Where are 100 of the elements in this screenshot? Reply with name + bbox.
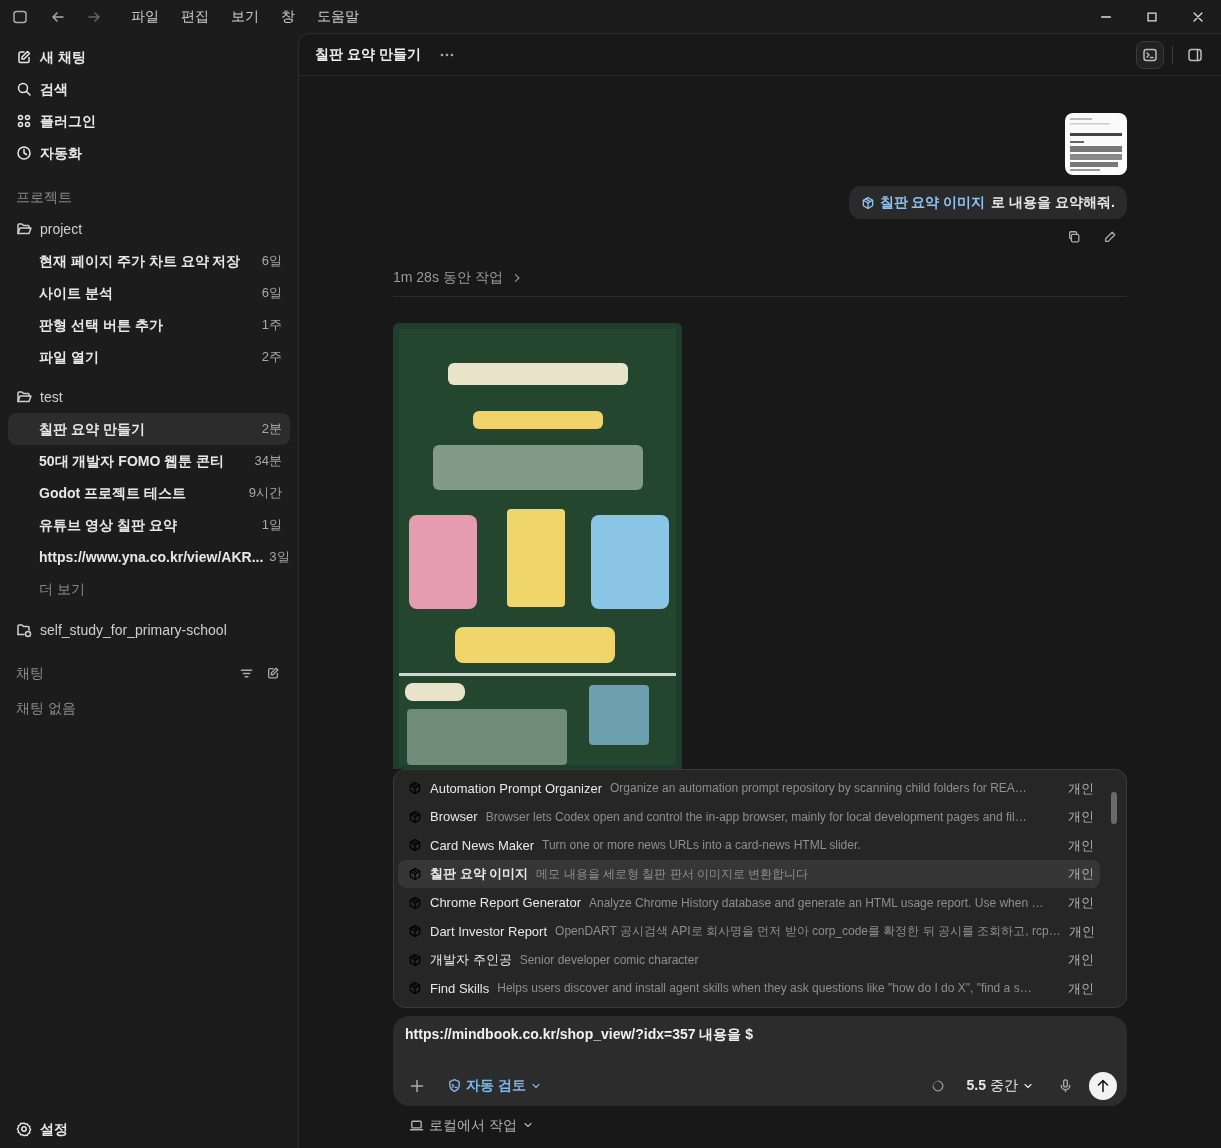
send-button[interactable] xyxy=(1089,1071,1117,1100)
chat-title: 50대 개발자 FOMO 웹툰 콘티 xyxy=(39,451,225,471)
copy-icon[interactable] xyxy=(1067,230,1081,244)
skill-tag: 칠판 요약 이미지 xyxy=(860,192,986,213)
chat-age: 1일 xyxy=(260,516,282,535)
sidebar-toggle-icon[interactable] xyxy=(12,8,28,25)
sidebar-item[interactable]: 새 채팅 xyxy=(8,41,290,73)
menu-item[interactable]: 창 xyxy=(270,6,306,27)
settings-icon xyxy=(16,1121,32,1137)
side-panel-icon[interactable] xyxy=(1187,46,1203,63)
add-icon[interactable] xyxy=(409,1077,425,1094)
chat-title: 파일 열기 xyxy=(39,347,99,367)
skill-option[interactable]: Browser Browser lets Codex open and control the in-app browser, mainly for local development pages and fil… 개인 xyxy=(398,802,1100,832)
skill-name: Automation Prompt Organizer xyxy=(430,779,602,798)
cube-icon xyxy=(408,838,422,853)
cube-icon xyxy=(860,195,875,210)
folder-icon xyxy=(16,389,32,405)
project-folder[interactable]: test xyxy=(8,381,290,413)
skill-description: Helps users discover and install agent skills when they ask questions like "how do I do X", "find a s… xyxy=(497,980,1032,998)
sidebar-item[interactable]: 자동화 xyxy=(8,137,290,169)
skill-name: Find Skills xyxy=(430,979,490,998)
chat-title: 유튜브 영상 칠판 요약 xyxy=(39,515,177,535)
menu-item[interactable]: 도움말 xyxy=(306,6,370,27)
chat-age: 6일 xyxy=(260,284,282,303)
skill-option[interactable]: Card News Maker Turn one or more news URLs into a card-news HTML slider. 개인 xyxy=(398,831,1100,860)
skill-scope: 개인 xyxy=(1068,808,1094,827)
scrollbar-thumb[interactable] xyxy=(1111,792,1117,824)
chat-age: 9시간 xyxy=(247,484,282,503)
menu-item[interactable]: 편집 xyxy=(170,6,220,27)
show-more-link[interactable]: 더 보기 xyxy=(8,573,290,605)
section-heading: 채팅 xyxy=(15,663,45,683)
project-folder[interactable]: project xyxy=(8,213,290,245)
chat-item[interactable]: 판형 선택 버튼 추가 1주 xyxy=(8,309,290,341)
review-mode-dropdown[interactable]: 자동 검토 xyxy=(443,1073,546,1099)
chat-age: 2주 xyxy=(260,348,282,367)
project-folder[interactable]: self_study_for_primary-school xyxy=(8,614,290,646)
chat-age: 1주 xyxy=(260,316,282,335)
message-composer[interactable]: https://mindbook.co.kr/shop_view/?idx=357 내용을 $ 자동 검토 5.5 중간 xyxy=(393,1015,1127,1106)
skill-description: Analyze Chrome History database and generate an HTML usage report. Use when … xyxy=(589,894,1044,912)
skill-name: Dart Investor Report xyxy=(430,922,548,941)
chat-item[interactable]: 유튜브 영상 칠판 요약 1일 xyxy=(8,509,290,541)
skill-name: Chrome Report Generator xyxy=(430,893,581,912)
skill-scope: 개인 xyxy=(1068,893,1094,912)
skill-description: OpenDART 공시검색 API로 회사명을 먼저 받아 corp_code를 확정한 뒤 공시를 조회하고, rcp… xyxy=(555,923,1061,941)
skill-name: 개발자 주인공 xyxy=(430,951,512,970)
skill-description: 메모 내용을 세로형 칠판 판서 이미지로 변환합니다 xyxy=(536,866,809,884)
location-dropdown[interactable]: 로컬에서 작업 xyxy=(409,1114,534,1136)
chat-item[interactable]: https://www.yna.co.kr/view/AKR... 3일 xyxy=(8,541,290,573)
chat-title: 판형 선택 버튼 추가 xyxy=(39,315,163,335)
sidebar-item[interactable]: 검색 xyxy=(8,73,290,105)
chat-age: 34분 xyxy=(253,452,282,471)
skill-option[interactable]: Dart Investor Report OpenDART 공시검색 API로 회사명을 먼저 받아 corp_code를 확정한 뒤 공시를 조회하고, rcp… 개인 xyxy=(398,916,1100,946)
message-text: 로 내용을 요약해줘. xyxy=(991,193,1115,212)
message-input[interactable]: https://mindbook.co.kr/shop_view/?idx=357 내용을 $ xyxy=(405,1023,1117,1064)
edit-icon[interactable] xyxy=(1103,230,1117,244)
menu-item[interactable]: 보기 xyxy=(220,6,270,27)
new-chat-icon[interactable] xyxy=(266,666,280,680)
clock-icon xyxy=(16,145,32,161)
sidebar-item[interactable]: 플러그인 xyxy=(8,105,290,137)
skill-scope: 개인 xyxy=(1068,836,1094,855)
chat-title: Godot 프로젝트 테스트 xyxy=(39,483,186,503)
chat-title: 칠판 요약 만들기 xyxy=(315,45,421,64)
cube-icon xyxy=(408,924,422,939)
menu-item[interactable]: 파일 xyxy=(120,6,170,27)
skill-option[interactable]: Automation Prompt Organizer Organize an automation prompt repository by scanning child folders for REA… 개인 xyxy=(398,774,1100,803)
folder-icon xyxy=(16,221,32,237)
chat-item[interactable]: Godot 프로젝트 테스트 9시간 xyxy=(8,477,290,509)
chat-item[interactable]: 칠판 요약 만들기 2분 xyxy=(8,413,290,445)
plugins-icon xyxy=(16,113,32,129)
skill-option[interactable]: Find Skills Helps users discover and install agent skills when they ask questions like "how do I do X", "find a s… 개인 xyxy=(398,974,1100,1003)
microphone-icon[interactable] xyxy=(1058,1078,1073,1094)
work-summary-toggle[interactable]: 1m 28s 동안 작업 xyxy=(393,267,523,288)
model-dropdown[interactable]: 5.5 중간 xyxy=(962,1073,1038,1099)
section-heading: 프로젝트 xyxy=(15,187,73,207)
maximize-icon[interactable] xyxy=(1145,9,1159,24)
skill-description: Browser lets Codex open and control the in-app browser, mainly for local development pages and fil… xyxy=(485,808,1027,826)
chat-title: https://www.yna.co.kr/view/AKR... xyxy=(39,547,264,567)
settings-button[interactable]: 설정 xyxy=(8,1113,290,1145)
skill-scope: 개인 xyxy=(1068,922,1095,941)
chat-title: 현재 페이지 주가 차트 요약 저장 xyxy=(39,251,241,271)
skill-option[interactable]: 개발자 주인공 Senior developer comic character 개인 xyxy=(398,945,1100,975)
chat-item[interactable]: 현재 페이지 주가 차트 요약 저장 6일 xyxy=(8,245,290,277)
skill-scope: 개인 xyxy=(1068,951,1094,970)
chat-item[interactable]: 파일 열기 2주 xyxy=(8,341,290,373)
cube-icon xyxy=(408,781,422,796)
cube-icon xyxy=(408,952,422,967)
cube-icon xyxy=(408,981,422,996)
chat-age: 3일 xyxy=(268,548,290,567)
chat-item[interactable]: 사이트 분석 6일 xyxy=(8,277,290,309)
shield-icon xyxy=(447,1078,462,1094)
chat-age: 2분 xyxy=(260,420,282,439)
empty-text: 채팅 없음 xyxy=(15,698,77,718)
skill-description: Senior developer comic character xyxy=(519,951,699,969)
chat-item[interactable]: 50대 개발자 FOMO 웹툰 콘티 34분 xyxy=(8,445,290,477)
cube-icon xyxy=(408,867,422,882)
chat-title: 사이트 분석 xyxy=(39,283,113,303)
skill-option[interactable]: Chrome Report Generator Analyze Chrome History database and generate an HTML usage report. Use when … 개인 xyxy=(398,888,1100,917)
search-icon xyxy=(16,81,32,97)
skill-option[interactable]: 칠판 요약 이미지 메모 내용을 세로형 칠판 판서 이미지로 변환합니다 개인 xyxy=(398,859,1100,889)
terminal-icon[interactable] xyxy=(1142,46,1158,63)
